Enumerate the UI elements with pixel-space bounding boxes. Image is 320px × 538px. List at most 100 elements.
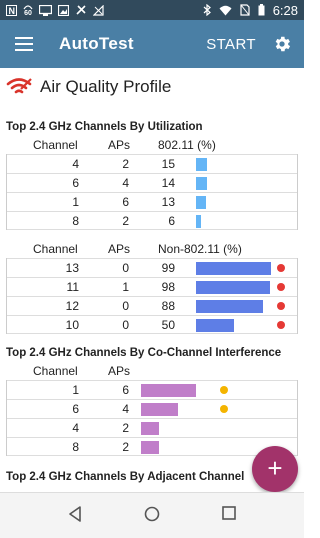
value-bar: [196, 300, 263, 313]
app-title: AutoTest: [59, 34, 134, 53]
clock-time: 6:28: [272, 2, 298, 18]
utilization-table-non80211: Channel APs Non-802.11 (%) 13 0 99 11 1 98 12 0…: [0, 240, 304, 334]
value-bar: [141, 441, 160, 454]
table-row: 64: [7, 399, 297, 418]
add-button[interactable]: +: [252, 446, 298, 492]
cell-value: 15: [161, 157, 175, 171]
app-bar: AutoTest START: [0, 20, 304, 68]
section-title-cochannel: Top 2.4 GHz Channels By Co-Channel Inter…: [6, 347, 282, 359]
cell-channel: 6: [72, 402, 79, 416]
column-header-80211-pct: 802.11 (%): [158, 138, 216, 152]
cell-value: 13: [161, 195, 175, 209]
menu-icon[interactable]: [15, 37, 33, 51]
cochannel-table: Channel APs 16644282: [0, 362, 304, 456]
table-row: 10 0 50: [7, 315, 297, 334]
image-icon: [58, 4, 69, 16]
cell-channel: 6: [72, 176, 79, 190]
table-row: 1 6 13: [7, 192, 297, 211]
cell-aps: 0: [122, 261, 129, 275]
value-bar: [196, 215, 201, 228]
table-row: 11 1 98: [7, 277, 297, 296]
wifi-icon: [219, 5, 232, 15]
cell-channel: 1: [72, 383, 79, 397]
back-icon[interactable]: [68, 506, 82, 522]
column-header-channel: Channel: [33, 242, 78, 256]
table-row: 82: [7, 437, 297, 456]
column-header-aps: APs: [108, 364, 131, 378]
cell-aps: 0: [122, 299, 129, 313]
rows-80211: 4 2 15 6 4 14 1 6 13 8 2 6: [6, 154, 298, 230]
cell-value: 6: [168, 213, 175, 228]
cell-value: 14: [161, 176, 175, 190]
table-row: 4 2 15: [7, 154, 297, 173]
cell-aps: 6: [122, 383, 129, 397]
warning-dot-yellow: [220, 405, 228, 413]
home-icon[interactable]: [144, 506, 160, 522]
column-header-channel: Channel: [33, 364, 78, 378]
no-sim-icon: [240, 4, 250, 16]
column-header-aps: APs: [108, 138, 131, 152]
table-row: 42: [7, 418, 297, 437]
value-bar: [141, 403, 178, 416]
profile-title: Air Quality Profile: [40, 77, 172, 96]
cell-channel: 4: [72, 421, 79, 435]
cell-value: 88: [161, 299, 175, 313]
alert-dot-red: [277, 264, 285, 272]
cell-aps: 1: [122, 280, 129, 294]
rows-non80211: 13 0 99 11 1 98 12 0 88 10 0 50: [6, 258, 298, 334]
cell-aps: 2: [122, 421, 129, 435]
table-row: 16: [7, 380, 297, 399]
cast-icon: [39, 4, 52, 16]
svg-text:N: N: [9, 6, 16, 16]
cell-channel: 1: [72, 195, 79, 209]
value-bar: [141, 422, 160, 435]
cell-aps: 0: [122, 317, 129, 332]
battery-icon: [258, 4, 265, 16]
value-bar: [141, 384, 197, 397]
table-row: 13 0 99: [7, 258, 297, 277]
table-header: Channel APs 802.11 (%): [0, 136, 304, 154]
bluetooth-icon: [203, 4, 211, 16]
profile-header: Air Quality Profile: [0, 70, 304, 104]
value-bar: [196, 196, 206, 209]
value-bar: [196, 319, 234, 332]
table-row: 12 0 88: [7, 296, 297, 315]
alert-dot-red: [277, 321, 285, 329]
value-bar: [196, 158, 208, 171]
cell-aps: 2: [122, 439, 129, 454]
cell-value: 99: [161, 261, 175, 275]
warning-dot-yellow: [220, 386, 228, 394]
n-app-icon: N: [6, 4, 17, 16]
column-header-non80211-pct: Non-802.11 (%): [158, 242, 242, 256]
cell-channel: 12: [65, 299, 79, 313]
content-scroll[interactable]: Air Quality Profile Top 2.4 GHz Channels…: [0, 68, 304, 492]
utilization-table-80211: Channel APs 802.11 (%) 4 2 15 6 4 14 1 6 13 8 2 6: [0, 136, 304, 230]
status-bar: N 60 6:28: [0, 0, 304, 20]
start-button[interactable]: START: [206, 36, 256, 53]
value-bar: [196, 281, 271, 294]
cell-channel: 10: [65, 317, 79, 332]
cell-channel: 11: [66, 280, 79, 294]
cell-channel: 8: [72, 439, 79, 454]
column-header-channel: Channel: [33, 138, 78, 152]
signal-60-icon: 60: [23, 4, 33, 17]
cell-channel: 8: [72, 213, 79, 228]
tools-icon: [76, 5, 86, 15]
column-header-aps: APs: [108, 242, 131, 256]
alert-dot-red: [277, 302, 285, 310]
cell-value: 98: [161, 280, 175, 294]
recents-icon[interactable]: [222, 506, 236, 520]
value-bar: [196, 262, 272, 275]
table-row: 8 2 6: [7, 211, 297, 230]
alert-dot-red: [277, 283, 285, 291]
gear-icon[interactable]: [272, 34, 292, 54]
cell-aps: 4: [122, 176, 129, 190]
navigation-bar: [0, 492, 304, 538]
table-row: 6 4 14: [7, 173, 297, 192]
value-bar: [196, 177, 207, 190]
cell-aps: 6: [122, 195, 129, 209]
cell-value: 50: [161, 317, 175, 332]
rows-cochannel: 16644282: [6, 380, 298, 456]
cell-channel: 4: [72, 157, 79, 171]
wifi-warning-icon: [6, 78, 32, 94]
